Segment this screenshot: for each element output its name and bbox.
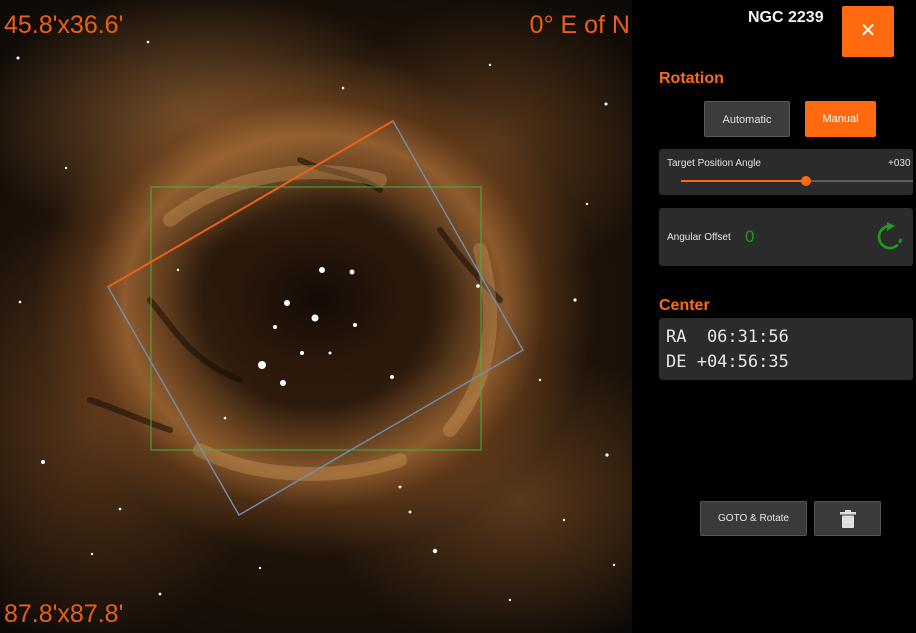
star-field bbox=[16, 40, 616, 602]
angular-offset-value: 0 bbox=[745, 227, 755, 246]
ra-coordinate: RA 06:31:56 bbox=[666, 327, 789, 347]
target-position-angle-card: Target Position Angle +030 bbox=[659, 149, 913, 195]
position-angle-label: 0° E of N bbox=[529, 11, 630, 39]
slider-fill bbox=[681, 180, 807, 182]
close-button[interactable]: ✕ bbox=[842, 6, 894, 57]
slider-thumb[interactable] bbox=[801, 176, 812, 186]
angular-offset-label: Angular Offset bbox=[667, 232, 731, 243]
automatic-button[interactable]: Automatic bbox=[704, 101, 790, 137]
target-position-angle-value: +030 bbox=[888, 158, 911, 169]
rotation-panel: NGC 2239 ✕ Rotation Automatic Manual Tar… bbox=[632, 0, 916, 633]
rotate-reset-icon[interactable] bbox=[875, 222, 905, 252]
trash-icon bbox=[840, 510, 856, 528]
sky-overlay bbox=[16, 40, 616, 602]
angular-offset-card: Angular Offset 0 bbox=[659, 208, 913, 266]
fov-size-label: 45.8'x36.6' bbox=[4, 11, 124, 39]
goto-rotate-button[interactable]: GOTO & Rotate bbox=[700, 501, 807, 536]
rotation-title: Rotation bbox=[659, 70, 724, 87]
object-name: NGC 2239 bbox=[748, 9, 824, 26]
nebula-glow bbox=[163, 165, 497, 481]
target-position-angle-label: Target Position Angle bbox=[667, 158, 761, 169]
center-title: Center bbox=[659, 297, 710, 314]
delete-button[interactable] bbox=[814, 501, 881, 536]
close-icon: ✕ bbox=[859, 20, 877, 42]
image-size-label: 87.8'x87.8' bbox=[4, 600, 124, 628]
sky-image[interactable]: 45.8'x36.6' 0° E of N 87.8'x87.8' bbox=[0, 0, 632, 633]
position-angle-slider[interactable] bbox=[681, 176, 913, 186]
manual-button[interactable]: Manual bbox=[805, 101, 876, 137]
de-coordinate: DE +04:56:35 bbox=[666, 352, 789, 372]
center-coordinates-card: RA 06:31:56 DE +04:56:35 bbox=[659, 318, 913, 380]
